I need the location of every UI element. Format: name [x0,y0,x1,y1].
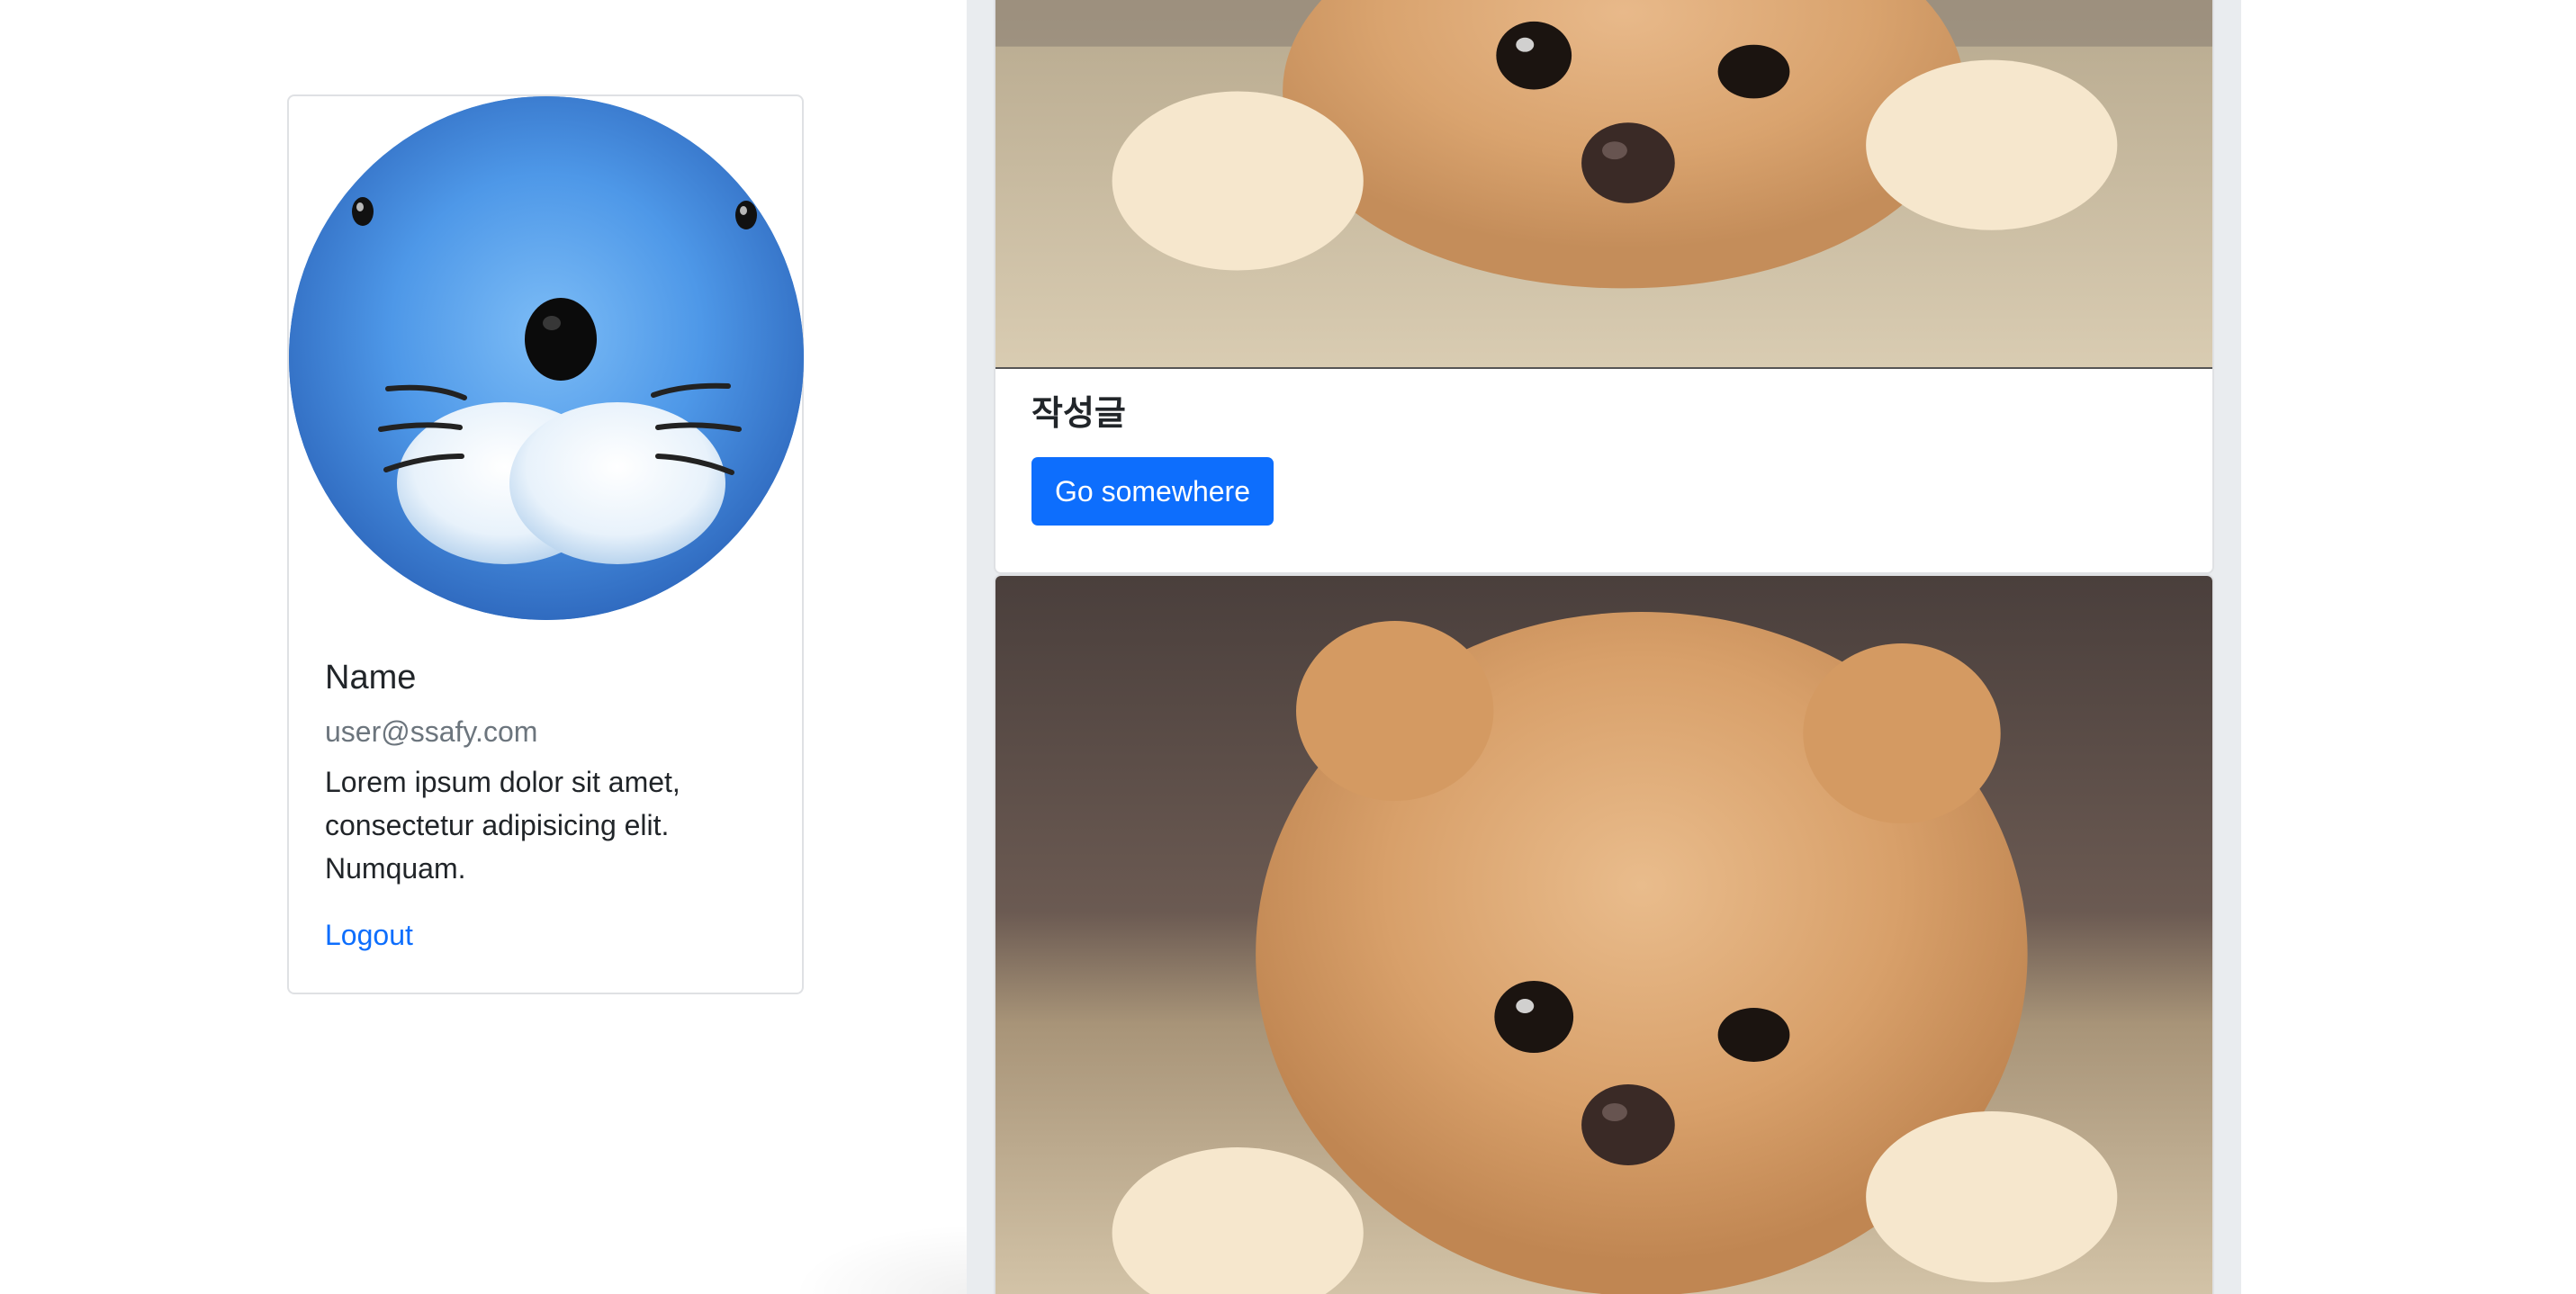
profile-card: Name user@ssafy.com Lorem ipsum dolor si… [287,94,804,994]
logout-link[interactable]: Logout [325,915,413,955]
profile-bio: Lorem ipsum dolor sit amet, consectetur … [325,766,680,885]
post-image [995,576,2212,1294]
post-image [995,0,2212,369]
dog-photo-icon [995,0,2212,367]
profile-card-body: Name user@ssafy.com Lorem ipsum dolor si… [325,654,766,955]
post-card [994,574,2214,1294]
post-card: 작성글 Go somewhere [994,0,2214,574]
feed-shadow [792,1224,972,1294]
avatar-image [289,96,804,620]
page: Name user@ssafy.com Lorem ipsum dolor si… [0,0,2576,1294]
post-body: 작성글 Go somewhere [1031,389,1274,526]
profile-name: Name [325,659,417,696]
profile-email: user@ssafy.com [325,715,538,748]
go-somewhere-button[interactable]: Go somewhere [1031,457,1274,526]
avatar [289,96,804,620]
post-title: 작성글 [1031,395,1126,433]
dog-photo-icon [995,576,2212,1294]
